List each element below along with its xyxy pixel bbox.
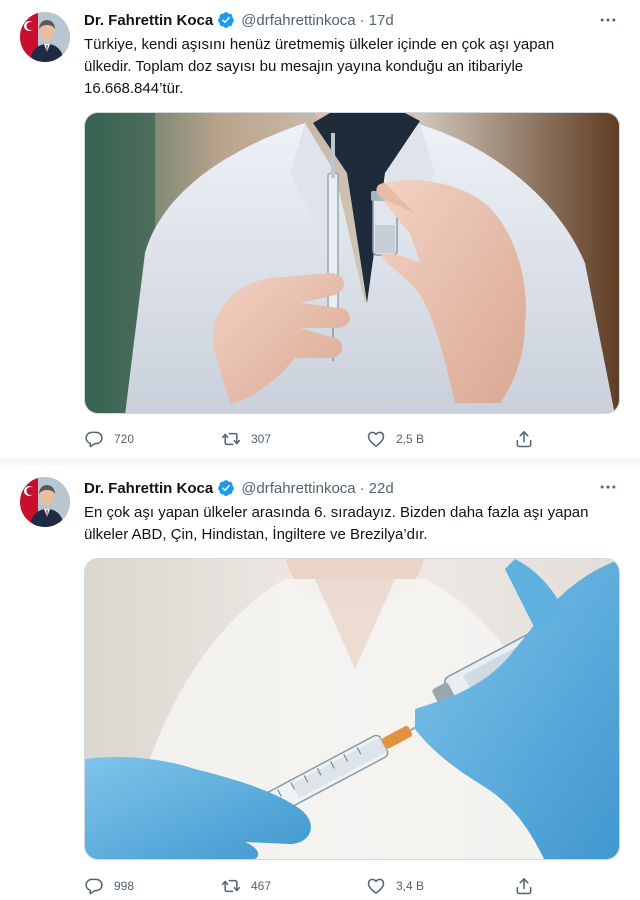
tweet-header: Dr. Fahrettin Koca @drfahrettinkoca · 17…	[84, 9, 394, 31]
avatar-image	[20, 477, 70, 527]
share-button[interactable]	[514, 875, 534, 897]
retweet-count: 467	[251, 879, 272, 893]
reply-count: 998	[114, 879, 135, 893]
separator-dot: ·	[359, 11, 365, 29]
photo-doctor-holding-syringe-and-vial	[85, 113, 619, 413]
tweet-text: En çok aşı yapan ülkeler arasında 6. sır…	[84, 504, 589, 543]
tweet-image[interactable]	[84, 558, 620, 860]
reply-icon	[84, 876, 104, 896]
avatar-image	[20, 12, 70, 62]
avatar[interactable]	[20, 12, 70, 62]
tweet-header: Dr. Fahrettin Koca @drfahrettinkoca · 22…	[84, 477, 394, 499]
action-bar: 998 467 3,4 B	[84, 875, 544, 897]
photo-gloved-hands-filling-syringe-from-vial	[85, 559, 619, 859]
tweet-text: Türkiye, kendi aşısını henüz üretmemiş ü…	[84, 36, 555, 97]
author-name[interactable]: Dr. Fahrettin Koca	[84, 12, 213, 29]
timestamp[interactable]: 22d	[369, 480, 394, 497]
retweet-button[interactable]: 467	[221, 875, 271, 897]
like-count: 2,5 B	[396, 432, 425, 446]
tweet-image[interactable]	[84, 112, 620, 414]
share-icon	[514, 429, 534, 449]
retweet-button[interactable]: 307	[221, 428, 271, 450]
share-icon	[514, 876, 534, 896]
author-handle[interactable]: @drfahrettinkoca	[241, 480, 355, 497]
reply-count: 720	[114, 432, 135, 446]
reply-button[interactable]: 998	[84, 875, 134, 897]
timestamp[interactable]: 17d	[369, 12, 394, 29]
action-bar: 720 307 2,5 B	[84, 428, 544, 450]
author-handle[interactable]: @drfahrettinkoca	[241, 12, 355, 29]
reply-icon	[84, 429, 104, 449]
separator-dot: ·	[359, 479, 365, 497]
like-icon	[366, 876, 386, 896]
verified-icon	[217, 11, 235, 29]
like-button[interactable]: 2,5 B	[366, 428, 424, 450]
like-count: 3,4 B	[396, 879, 425, 893]
retweet-count: 307	[251, 432, 272, 446]
like-icon	[366, 429, 386, 449]
more-icon[interactable]	[596, 476, 620, 498]
reply-button[interactable]: 720	[84, 428, 134, 450]
share-button[interactable]	[514, 428, 534, 450]
retweet-icon	[221, 429, 241, 449]
avatar[interactable]	[20, 477, 70, 527]
tweet[interactable]: Dr. Fahrettin Koca @drfahrettinkoca · 17…	[0, 0, 640, 457]
author-name[interactable]: Dr. Fahrettin Koca	[84, 480, 213, 497]
tweet[interactable]: Dr. Fahrettin Koca @drfahrettinkoca · 22…	[0, 465, 640, 900]
retweet-icon	[221, 876, 241, 896]
verified-icon	[217, 479, 235, 497]
like-button[interactable]: 3,4 B	[366, 875, 424, 897]
more-icon[interactable]	[596, 9, 620, 31]
